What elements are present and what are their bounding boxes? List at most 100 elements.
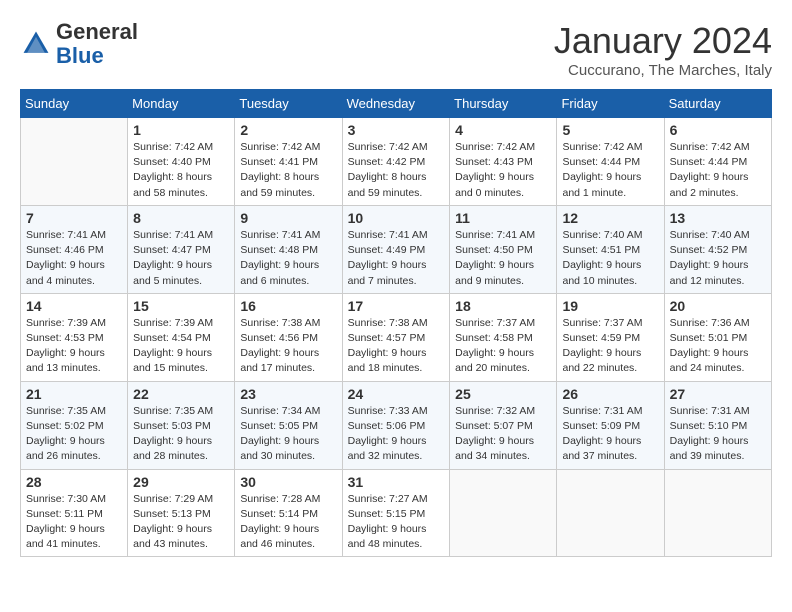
calendar-week-row: 28 Sunrise: 7:30 AMSunset: 5:11 PMDayligh… — [21, 469, 772, 557]
logo: General Blue — [20, 20, 138, 68]
calendar-day-cell: 24 Sunrise: 7:33 AMSunset: 5:06 PMDayligh… — [342, 381, 450, 469]
title-block: January 2024 Cuccurano, The Marches, Ita… — [554, 20, 772, 79]
month-title: January 2024 — [554, 20, 772, 62]
day-number: 14 — [26, 298, 122, 314]
calendar-week-row: 14 Sunrise: 7:39 AMSunset: 4:53 PMDayligh… — [21, 293, 772, 381]
calendar-day-cell: 4Sunrise: 7:42 AMSunset: 4:43 PMDaylight… — [450, 118, 557, 206]
logo-text: General Blue — [56, 20, 138, 68]
calendar-day-cell: 18 Sunrise: 7:37 AMSunset: 4:58 PMDayligh… — [450, 293, 557, 381]
day-info: Sunrise: 7:33 AMSunset: 5:06 PMDaylight:… — [348, 404, 445, 465]
day-number: 3 — [348, 122, 445, 138]
weekday-header-cell: Thursday — [450, 90, 557, 118]
calendar-week-row: 1 Sunrise: 7:42 AMSunset: 4:40 PMDaylight… — [21, 118, 772, 206]
calendar-day-cell — [21, 118, 128, 206]
calendar-week-row: 21 Sunrise: 7:35 AMSunset: 5:02 PMDayligh… — [21, 381, 772, 469]
calendar-day-cell: 2Sunrise: 7:42 AMSunset: 4:41 PMDaylight… — [235, 118, 342, 206]
day-info: Sunrise: 7:42 AMSunset: 4:40 PMDaylight:… — [133, 140, 229, 201]
calendar-day-cell: 14 Sunrise: 7:39 AMSunset: 4:53 PMDayligh… — [21, 293, 128, 381]
calendar-day-cell: 31 Sunrise: 7:27 AMSunset: 5:15 PMDayligh… — [342, 469, 450, 557]
day-number: 18 — [455, 298, 551, 314]
day-number: 21 — [26, 386, 122, 402]
day-number: 29 — [133, 474, 229, 490]
day-number: 8 — [133, 210, 229, 226]
day-number: 1 — [133, 122, 229, 138]
day-info: Sunrise: 7:41 AMSunset: 4:50 PMDaylight:… — [455, 228, 551, 289]
day-number: 15 — [133, 298, 229, 314]
day-info: Sunrise: 7:30 AMSunset: 5:11 PMDaylight:… — [26, 492, 122, 553]
day-info: Sunrise: 7:40 AMSunset: 4:52 PMDaylight:… — [670, 228, 766, 289]
calendar-day-cell: 25 Sunrise: 7:32 AMSunset: 5:07 PMDayligh… — [450, 381, 557, 469]
day-number: 17 — [348, 298, 445, 314]
day-info: Sunrise: 7:29 AMSunset: 5:13 PMDaylight:… — [133, 492, 229, 553]
calendar-day-cell: 12Sunrise: 7:40 AMSunset: 4:51 PMDayligh… — [557, 205, 664, 293]
day-info: Sunrise: 7:40 AMSunset: 4:51 PMDaylight:… — [562, 228, 658, 289]
day-number: 5 — [562, 122, 658, 138]
day-info: Sunrise: 7:35 AMSunset: 5:03 PMDaylight:… — [133, 404, 229, 465]
calendar-day-cell: 13 Sunrise: 7:40 AMSunset: 4:52 PMDayligh… — [664, 205, 771, 293]
calendar-day-cell: 16 Sunrise: 7:38 AMSunset: 4:56 PMDayligh… — [235, 293, 342, 381]
day-number: 4 — [455, 122, 551, 138]
day-number: 11 — [455, 210, 551, 226]
day-number: 19 — [562, 298, 658, 314]
day-info: Sunrise: 7:31 AMSunset: 5:10 PMDaylight:… — [670, 404, 766, 465]
page-header: General Blue January 2024 Cuccurano, The… — [20, 20, 772, 79]
calendar-day-cell: 17Sunrise: 7:38 AMSunset: 4:57 PMDayligh… — [342, 293, 450, 381]
day-info: Sunrise: 7:32 AMSunset: 5:07 PMDaylight:… — [455, 404, 551, 465]
calendar-body: 1 Sunrise: 7:42 AMSunset: 4:40 PMDaylight… — [21, 118, 772, 557]
calendar-day-cell: 7 Sunrise: 7:41 AMSunset: 4:46 PMDaylight… — [21, 205, 128, 293]
calendar-day-cell: 6Sunrise: 7:42 AMSunset: 4:44 PMDaylight… — [664, 118, 771, 206]
day-number: 20 — [670, 298, 766, 314]
day-number: 30 — [240, 474, 336, 490]
calendar-day-cell: 9 Sunrise: 7:41 AMSunset: 4:48 PMDaylight… — [235, 205, 342, 293]
day-info: Sunrise: 7:36 AMSunset: 5:01 PMDaylight:… — [670, 316, 766, 377]
calendar-day-cell: 29 Sunrise: 7:29 AMSunset: 5:13 PMDayligh… — [128, 469, 235, 557]
day-info: Sunrise: 7:35 AMSunset: 5:02 PMDaylight:… — [26, 404, 122, 465]
day-number: 28 — [26, 474, 122, 490]
day-info: Sunrise: 7:37 AMSunset: 4:58 PMDaylight:… — [455, 316, 551, 377]
calendar-day-cell: 1 Sunrise: 7:42 AMSunset: 4:40 PMDaylight… — [128, 118, 235, 206]
calendar-day-cell: 26Sunrise: 7:31 AMSunset: 5:09 PMDayligh… — [557, 381, 664, 469]
day-info: Sunrise: 7:41 AMSunset: 4:46 PMDaylight:… — [26, 228, 122, 289]
weekday-header-cell: Friday — [557, 90, 664, 118]
calendar-day-cell: 15 Sunrise: 7:39 AMSunset: 4:54 PMDayligh… — [128, 293, 235, 381]
day-info: Sunrise: 7:42 AMSunset: 4:41 PMDaylight:… — [240, 140, 336, 201]
location-subtitle: Cuccurano, The Marches, Italy — [554, 62, 772, 79]
calendar-day-cell: 10 Sunrise: 7:41 AMSunset: 4:49 PMDayligh… — [342, 205, 450, 293]
day-number: 9 — [240, 210, 336, 226]
day-info: Sunrise: 7:41 AMSunset: 4:47 PMDaylight:… — [133, 228, 229, 289]
logo-icon — [20, 28, 52, 60]
day-number: 7 — [26, 210, 122, 226]
calendar-day-cell: 19Sunrise: 7:37 AMSunset: 4:59 PMDayligh… — [557, 293, 664, 381]
day-info: Sunrise: 7:31 AMSunset: 5:09 PMDaylight:… — [562, 404, 658, 465]
calendar-day-cell: 3Sunrise: 7:42 AMSunset: 4:42 PMDaylight… — [342, 118, 450, 206]
calendar-day-cell: 23Sunrise: 7:34 AMSunset: 5:05 PMDayligh… — [235, 381, 342, 469]
day-number: 24 — [348, 386, 445, 402]
day-number: 31 — [348, 474, 445, 490]
day-info: Sunrise: 7:42 AMSunset: 4:44 PMDaylight:… — [562, 140, 658, 201]
day-number: 16 — [240, 298, 336, 314]
day-info: Sunrise: 7:42 AMSunset: 4:44 PMDaylight:… — [670, 140, 766, 201]
weekday-header-cell: Tuesday — [235, 90, 342, 118]
calendar-day-cell — [557, 469, 664, 557]
calendar-day-cell: 20 Sunrise: 7:36 AMSunset: 5:01 PMDayligh… — [664, 293, 771, 381]
day-number: 10 — [348, 210, 445, 226]
day-info: Sunrise: 7:28 AMSunset: 5:14 PMDaylight:… — [240, 492, 336, 553]
calendar-day-cell: 11 Sunrise: 7:41 AMSunset: 4:50 PMDayligh… — [450, 205, 557, 293]
calendar-day-cell: 30 Sunrise: 7:28 AMSunset: 5:14 PMDayligh… — [235, 469, 342, 557]
calendar-day-cell: 22Sunrise: 7:35 AMSunset: 5:03 PMDayligh… — [128, 381, 235, 469]
day-number: 25 — [455, 386, 551, 402]
day-info: Sunrise: 7:39 AMSunset: 4:53 PMDaylight:… — [26, 316, 122, 377]
weekday-header-row: SundayMondayTuesdayWednesdayThursdayFrid… — [21, 90, 772, 118]
day-info: Sunrise: 7:41 AMSunset: 4:49 PMDaylight:… — [348, 228, 445, 289]
calendar-day-cell: 21 Sunrise: 7:35 AMSunset: 5:02 PMDayligh… — [21, 381, 128, 469]
calendar-table: SundayMondayTuesdayWednesdayThursdayFrid… — [20, 89, 772, 557]
weekday-header-cell: Saturday — [664, 90, 771, 118]
day-info: Sunrise: 7:41 AMSunset: 4:48 PMDaylight:… — [240, 228, 336, 289]
weekday-header-cell: Monday — [128, 90, 235, 118]
day-number: 13 — [670, 210, 766, 226]
calendar-day-cell — [450, 469, 557, 557]
day-info: Sunrise: 7:27 AMSunset: 5:15 PMDaylight:… — [348, 492, 445, 553]
day-info: Sunrise: 7:38 AMSunset: 4:56 PMDaylight:… — [240, 316, 336, 377]
day-info: Sunrise: 7:39 AMSunset: 4:54 PMDaylight:… — [133, 316, 229, 377]
calendar-week-row: 7 Sunrise: 7:41 AMSunset: 4:46 PMDaylight… — [21, 205, 772, 293]
